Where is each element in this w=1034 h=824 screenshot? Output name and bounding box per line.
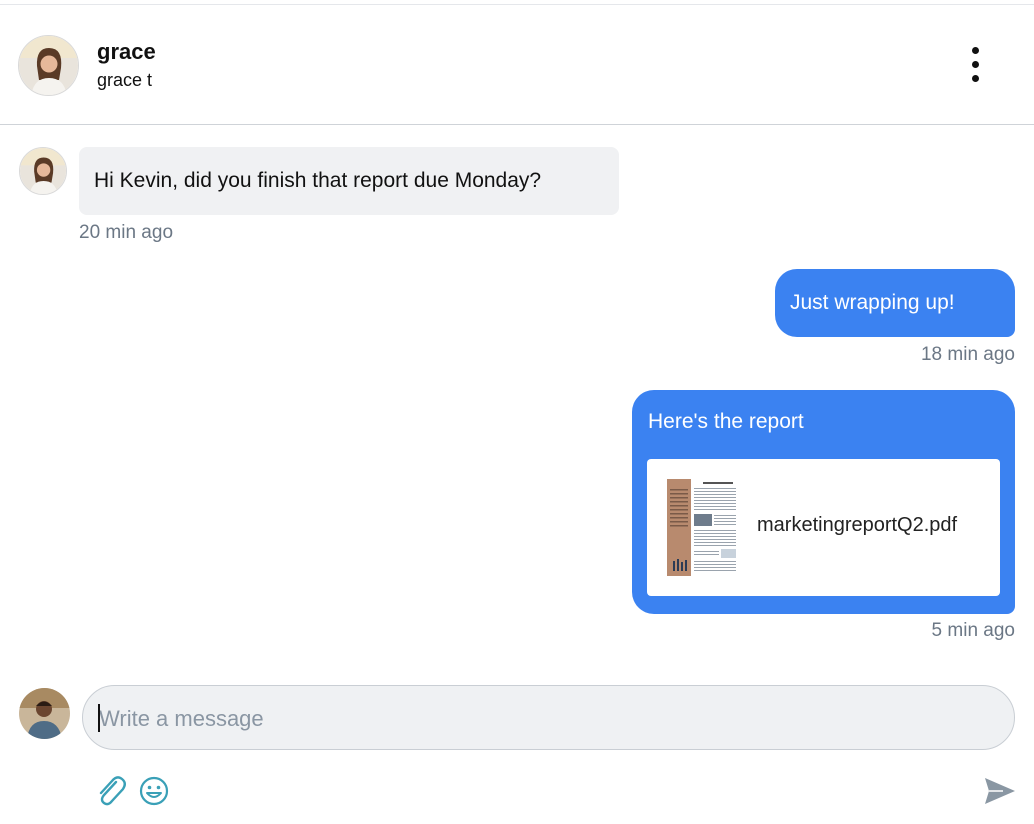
pdf-thumbnail-icon — [667, 479, 739, 576]
outgoing-attachment-bubble: Here's the report marketingreportQ2.pdf — [632, 390, 1015, 614]
message-text: Here's the report — [648, 410, 804, 433]
message-input[interactable] — [97, 700, 981, 738]
sender-avatar[interactable] — [19, 147, 67, 195]
message-timestamp: 5 min ago — [931, 620, 1015, 641]
file-attachment[interactable]: marketingreportQ2.pdf — [647, 459, 1000, 596]
current-user-avatar[interactable] — [19, 688, 70, 739]
send-icon[interactable] — [983, 776, 1017, 806]
paperclip-icon[interactable] — [94, 773, 128, 809]
contact-username: grace t — [97, 70, 153, 90]
text-cursor — [98, 704, 100, 732]
smiley-icon[interactable] — [138, 775, 170, 807]
incoming-message-bubble: Hi Kevin, did you finish that report due… — [79, 147, 619, 215]
message-timestamp: 18 min ago — [920, 344, 1015, 365]
more-vertical-icon — [972, 47, 979, 54]
chat-header: grace grace t — [0, 5, 1034, 125]
message-timestamp: 20 min ago — [79, 222, 174, 243]
attachment-filename: marketingreportQ2.pdf — [757, 514, 958, 536]
outgoing-message-bubble: Just wrapping up! — [775, 269, 1015, 337]
contact-name: grace — [97, 39, 156, 64]
contact-avatar[interactable] — [18, 35, 79, 96]
message-composer — [82, 685, 1015, 750]
more-options-button[interactable] — [960, 45, 992, 89]
